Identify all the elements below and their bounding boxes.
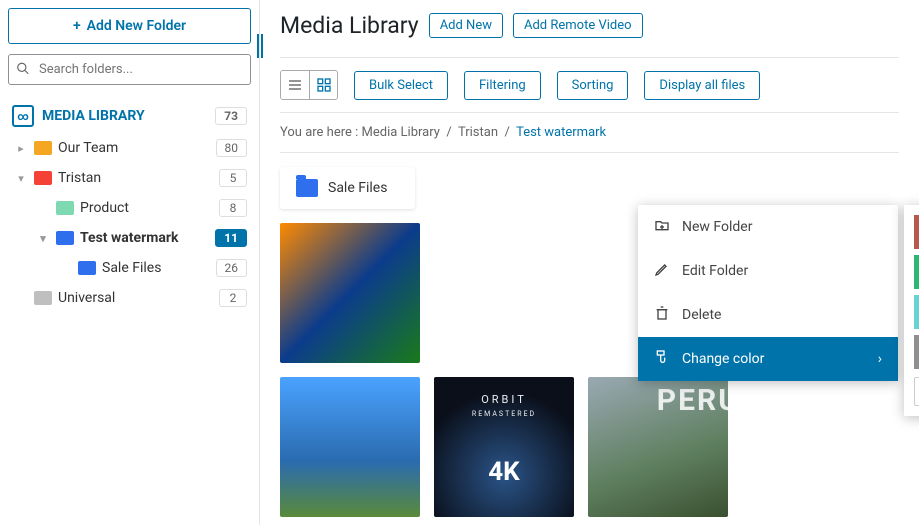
ctx-label: Edit Folder	[682, 263, 748, 279]
toolbar: Bulk Select Filtering Sorting Display al…	[280, 57, 899, 113]
main: Media Library Add New Add Remote Video B…	[260, 0, 919, 525]
sidebar: + Add New Folder ∞ MEDIA LIBRARY 73 ▸ Our…	[0, 0, 260, 525]
tree-item-count: 8	[219, 199, 247, 217]
chevron-icon: ▾	[36, 232, 50, 245]
view-toggle	[280, 70, 338, 100]
tree-item[interactable]: Sale Files 26	[8, 253, 251, 283]
list-view-button[interactable]	[281, 71, 309, 99]
tree-item[interactable]: ▸ Our Team 80	[8, 133, 251, 163]
tree-item-count: 26	[216, 259, 248, 277]
color-swatch[interactable]	[914, 335, 919, 369]
breadcrumb-item[interactable]: Tristan	[458, 125, 498, 140]
sorting-button[interactable]: Sorting	[557, 71, 629, 100]
folder-icon	[56, 201, 74, 215]
tree-item[interactable]: ▾ Tristan 5	[8, 163, 251, 193]
tree-item-label: Our Team	[58, 140, 118, 156]
color-swatch[interactable]	[914, 255, 919, 289]
media-thumbnail[interactable]	[280, 223, 420, 363]
tree-item-count: 2	[219, 289, 247, 307]
thumb-text: REMASTERED	[472, 410, 536, 418]
thumb-text: ORBIT	[481, 393, 527, 406]
chevron-icon: ▾	[14, 172, 28, 185]
chevron-right-icon: ›	[878, 351, 882, 367]
ctx-label: Change color	[682, 351, 764, 367]
ctx-label: New Folder	[682, 219, 752, 235]
tree-item-label: Tristan	[58, 170, 101, 186]
folder-plus-icon	[654, 217, 670, 237]
folder-tile[interactable]: Sale Files	[280, 167, 415, 209]
ctx-label: Delete	[682, 307, 721, 323]
custom-color-input[interactable]	[914, 377, 919, 406]
color-swatch[interactable]	[914, 215, 919, 249]
search-input[interactable]	[8, 54, 251, 85]
plus-icon: +	[73, 18, 81, 34]
chevron-icon: ▸	[14, 142, 28, 155]
resize-handle[interactable]	[257, 34, 263, 58]
ctx-delete[interactable]: Delete	[638, 293, 898, 337]
tree-root[interactable]: ∞ MEDIA LIBRARY 73	[8, 99, 251, 133]
search-icon	[16, 60, 30, 79]
folder-icon	[34, 171, 52, 185]
thumb-text: 4K	[434, 457, 574, 487]
folder-icon	[34, 141, 52, 155]
thumb-text: PERU	[657, 383, 740, 418]
tree-item-label: Universal	[58, 290, 115, 306]
paint-icon	[654, 349, 670, 369]
tree-item[interactable]: ▾ Test watermark 11	[8, 223, 251, 253]
ctx-new-folder[interactable]: New Folder	[638, 205, 898, 249]
bulk-select-button[interactable]: Bulk Select	[354, 71, 448, 100]
folder-icon	[296, 179, 318, 197]
breadcrumb-current[interactable]: Test watermark	[516, 125, 606, 140]
folder-icon	[56, 231, 74, 245]
tree-item-label: Test watermark	[80, 230, 178, 246]
add-folder-label: Add New Folder	[87, 18, 186, 34]
tree-item[interactable]: Universal 2	[8, 283, 251, 313]
media-thumbnail[interactable]: ORBIT REMASTERED 4K	[434, 377, 574, 517]
folder-icon	[78, 261, 96, 275]
breadcrumb-prefix: You are here :	[280, 125, 358, 140]
ctx-edit-folder[interactable]: Edit Folder	[638, 249, 898, 293]
breadcrumb: You are here : Media Library / Tristan /…	[280, 113, 899, 153]
ctx-change-color[interactable]: Change color ›	[638, 337, 898, 381]
color-picker-panel: ✕	[904, 205, 919, 416]
tree-item-label: Product	[80, 200, 129, 216]
add-folder-button[interactable]: + Add New Folder	[8, 8, 251, 44]
tree-root-count: 73	[215, 107, 247, 125]
page-title: Media Library	[280, 12, 419, 39]
header: Media Library Add New Add Remote Video	[280, 12, 899, 39]
add-new-button[interactable]: Add New	[429, 13, 503, 38]
add-remote-video-button[interactable]: Add Remote Video	[513, 13, 643, 38]
tree-item-count: 80	[216, 139, 248, 157]
tree-item-count: 11	[215, 229, 247, 247]
filtering-button[interactable]: Filtering	[464, 71, 541, 100]
context-menu: New Folder Edit Folder Delete Change col…	[638, 205, 898, 381]
tree-item-label: Sale Files	[102, 260, 161, 276]
folder-tree: ∞ MEDIA LIBRARY 73 ▸ Our Team 80 ▾ Tristan 5 P…	[8, 99, 251, 313]
tree-root-label: MEDIA LIBRARY	[42, 108, 145, 124]
grid-view-button[interactable]	[309, 71, 337, 99]
media-thumbnail[interactable]: PERU	[588, 377, 728, 517]
pencil-icon	[654, 261, 670, 281]
swatch-grid	[914, 215, 919, 369]
color-swatch[interactable]	[914, 295, 919, 329]
display-all-button[interactable]: Display all files	[644, 71, 760, 100]
tree-item-count: 5	[219, 169, 247, 187]
library-icon: ∞	[12, 105, 34, 127]
breadcrumb-item[interactable]: Media Library	[362, 125, 440, 140]
tree-item[interactable]: Product 8	[8, 193, 251, 223]
media-thumbnail[interactable]	[280, 377, 420, 517]
folder-tile-label: Sale Files	[328, 180, 387, 196]
folder-icon	[34, 291, 52, 305]
trash-icon	[654, 305, 670, 325]
